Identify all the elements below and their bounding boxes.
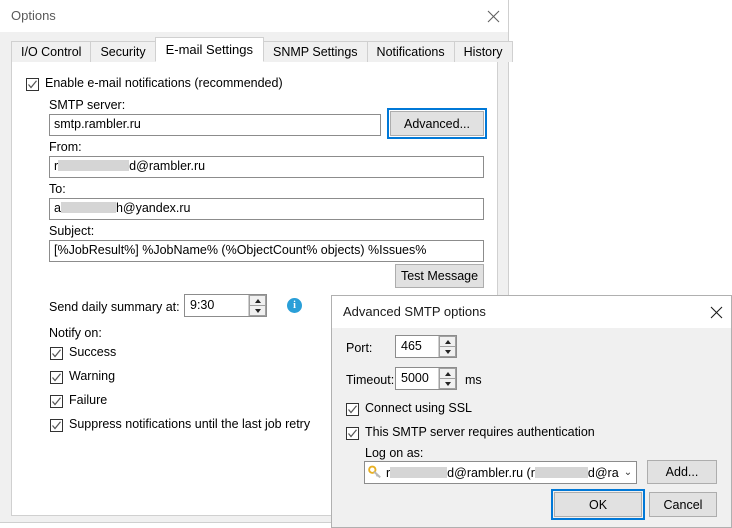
enable-email-label: Enable e-mail notifications (recommended…	[45, 76, 283, 90]
timeout-spinner-buttons	[438, 368, 456, 389]
requires-authentication-checkbox[interactable]	[346, 427, 359, 440]
timeout-stepper[interactable]: 5000	[395, 367, 457, 390]
daily-summary-label: Send daily summary at:	[49, 300, 180, 314]
credential-combobox-text: r d@rambler.ru (r d@ra	[383, 466, 620, 480]
subject-label: Subject:	[49, 224, 95, 238]
test-message-button[interactable]: Test Message	[395, 264, 484, 288]
enable-email-checkbox[interactable]	[26, 78, 39, 91]
credential-tail: d@ra	[587, 465, 619, 480]
chevron-up-icon	[444, 371, 451, 376]
daily-summary-time-value[interactable]: 9:30	[185, 295, 248, 316]
to-label: To:	[49, 182, 66, 196]
advanced-button[interactable]: Advanced...	[387, 108, 487, 139]
tab-snmp-settings[interactable]: SNMP Settings	[263, 41, 368, 62]
info-icon[interactable]: i	[287, 298, 302, 313]
spinner-down-button[interactable]	[249, 305, 266, 316]
credential-redaction-2	[534, 466, 588, 478]
smtp-dialog-title: Advanced SMTP options	[343, 304, 486, 319]
to-prefix: a	[54, 201, 61, 215]
advanced-smtp-options-dialog: Advanced SMTP options Port: 465 Timeout:…	[331, 295, 732, 528]
add-credential-button[interactable]: Add...	[647, 460, 717, 484]
tab-security[interactable]: Security	[90, 41, 156, 62]
from-suffix: d@rambler.ru	[129, 159, 206, 173]
options-dialog-title: Options	[11, 8, 56, 23]
spinner-down-button[interactable]	[439, 346, 456, 357]
chevron-down-icon	[444, 349, 451, 354]
credential-redaction-1	[390, 466, 448, 478]
smtp-dialog-titlebar: Advanced SMTP options	[332, 296, 731, 328]
to-redaction	[60, 202, 116, 213]
from-redaction	[58, 160, 130, 171]
suppress-notifications-label: Suppress notifications until the last jo…	[69, 417, 311, 431]
subject-input[interactable]: [%JobResult%] %JobName% (%ObjectCount% o…	[49, 240, 484, 262]
spinner-up-button[interactable]	[249, 295, 266, 305]
tab-notifications[interactable]: Notifications	[366, 41, 455, 62]
tab-history[interactable]: History	[453, 41, 513, 62]
notify-success-label: Success	[69, 345, 117, 359]
spinner-up-button[interactable]	[439, 336, 456, 346]
chevron-down-icon	[444, 381, 451, 386]
port-stepper[interactable]: 465	[395, 335, 457, 358]
daily-summary-time-stepper[interactable]: 9:30	[184, 294, 267, 317]
spinner-up-button[interactable]	[439, 368, 456, 378]
requires-authentication-label: This SMTP server requires authentication	[365, 425, 595, 439]
suppress-notifications-checkbox[interactable]	[50, 419, 63, 432]
to-input[interactable]: a h@yandex.ru	[49, 198, 484, 220]
chevron-down-icon[interactable]: ⌄	[620, 467, 636, 478]
from-label: From:	[49, 140, 82, 154]
chevron-up-icon	[444, 339, 451, 344]
port-spinner-buttons	[438, 336, 456, 357]
port-value[interactable]: 465	[396, 336, 438, 357]
chevron-up-icon	[254, 298, 261, 303]
tab-io-control[interactable]: I/O Control	[11, 41, 92, 62]
daily-summary-spinner-buttons	[248, 295, 266, 316]
log-on-as-label: Log on as:	[365, 446, 424, 460]
credential-combobox[interactable]: r d@rambler.ru (r d@ra ⌄	[364, 461, 637, 484]
ok-button[interactable]: OK	[551, 489, 645, 520]
options-tabstrip: I/O Control Security E-mail Settings SNM…	[11, 37, 513, 62]
connect-using-ssl-checkbox[interactable]	[346, 403, 359, 416]
to-suffix: h@yandex.ru	[115, 201, 191, 215]
smtp-server-input[interactable]: smtp.rambler.ru	[49, 114, 381, 136]
tab-email-settings[interactable]: E-mail Settings	[154, 37, 265, 62]
timeout-unit-label: ms	[465, 373, 482, 387]
notify-failure-label: Failure	[69, 393, 108, 407]
from-input[interactable]: r d@rambler.ru	[49, 156, 484, 178]
timeout-label: Timeout:	[346, 373, 395, 387]
notify-warning-checkbox[interactable]	[50, 371, 63, 384]
key-icon	[368, 465, 381, 479]
timeout-value[interactable]: 5000	[396, 368, 438, 389]
close-icon[interactable]	[478, 1, 508, 31]
notify-success-checkbox[interactable]	[50, 347, 63, 360]
port-label: Port:	[346, 341, 373, 355]
credential-suffix: d@rambler.ru (r	[447, 465, 535, 480]
connect-using-ssl-label: Connect using SSL	[365, 401, 473, 415]
notify-on-label: Notify on:	[49, 326, 102, 340]
cancel-button[interactable]: Cancel	[649, 492, 717, 517]
chevron-down-icon	[254, 308, 261, 313]
spinner-down-button[interactable]	[439, 378, 456, 389]
options-titlebar: Options	[0, 0, 508, 32]
close-icon[interactable]	[701, 297, 731, 327]
notify-failure-checkbox[interactable]	[50, 395, 63, 408]
smtp-server-label: SMTP server:	[49, 98, 126, 112]
notify-warning-label: Warning	[69, 369, 116, 383]
